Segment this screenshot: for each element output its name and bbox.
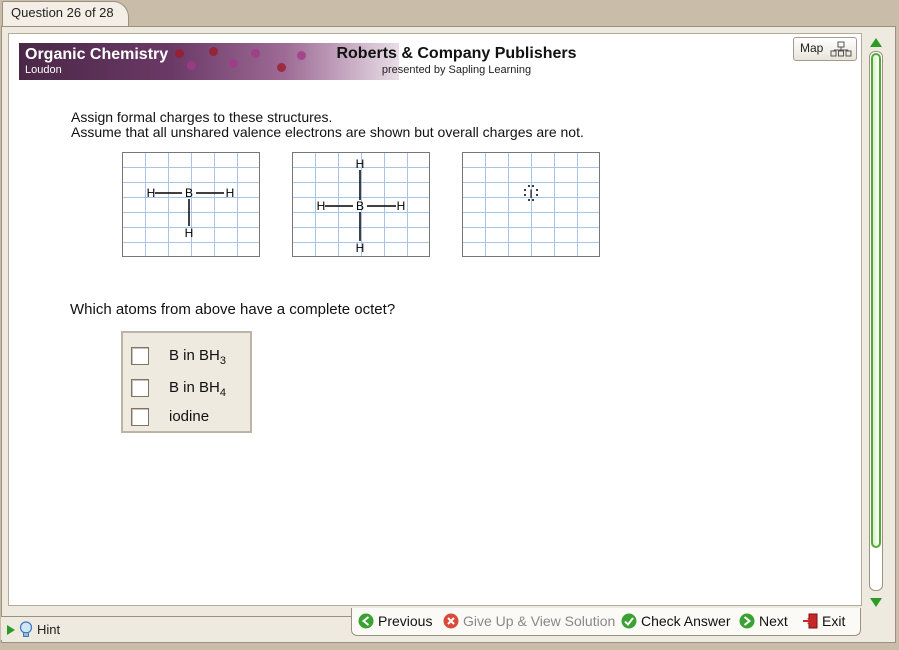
give-up-button[interactable]: Give Up & View Solution — [443, 610, 615, 632]
bh4-structure-drawing: H H B H H — [317, 157, 406, 255]
play-arrow-icon — [7, 625, 15, 635]
back-arrow-icon — [358, 613, 374, 629]
molecule-decoration — [209, 47, 218, 56]
choice-b-in-bh4[interactable]: B in BH4 — [131, 378, 246, 399]
atom-label: H — [397, 199, 406, 213]
instructions: Assign formal charges to these structure… — [71, 110, 584, 140]
choice-b-in-bh3[interactable]: B in BH3 — [131, 346, 246, 367]
atom-label: B — [185, 186, 193, 200]
map-button[interactable]: Map — [793, 37, 857, 61]
checkmark-icon — [621, 613, 637, 629]
publisher-name: Roberts & Company Publishers — [336, 45, 577, 62]
atom-label: H — [317, 199, 326, 213]
scroll-up-arrow-icon[interactable] — [870, 38, 882, 47]
checkbox[interactable] — [131, 347, 149, 365]
question-tab-label: Question 26 of 28 — [11, 5, 114, 20]
choice-label: iodine — [169, 408, 210, 425]
exit-label: Exit — [822, 613, 846, 629]
instructions-line-2: Assume that all unshared valence electro… — [71, 124, 584, 140]
choice-label: B in BH3 — [169, 347, 226, 367]
scroll-down-arrow-icon[interactable] — [870, 598, 882, 607]
forward-arrow-icon — [739, 613, 755, 629]
bh3-structure-drawing: H B H H — [147, 186, 235, 240]
atom-label: B — [356, 199, 364, 213]
hint-label: Hint — [37, 622, 61, 637]
choice-label: B in BH4 — [169, 379, 226, 399]
checkbox[interactable] — [131, 408, 149, 426]
content-area: Organic Chemistry Loudon Roberts & Compa… — [8, 33, 862, 606]
hint-bar: Hint — [1, 616, 353, 640]
navigation-bar: Previous Give Up & View Solution Check A… — [351, 608, 861, 636]
molecule-decoration — [175, 49, 184, 58]
structure-canvas-iodine[interactable]: I — [462, 152, 600, 257]
answer-choices: B in BH3 B in BH4 iodine — [121, 331, 252, 433]
map-button-label: Map — [800, 41, 824, 55]
lightbulb-icon — [19, 621, 33, 637]
octet-question: Which atoms from above have a complete o… — [70, 301, 396, 318]
molecule-decoration — [187, 61, 196, 70]
molecule-decoration — [251, 49, 260, 58]
bottom-toolbar: Hint Previous Give Up & View Solution Ch… — [1, 608, 896, 643]
choice-iodine[interactable]: iodine — [131, 407, 246, 427]
previous-label: Previous — [378, 613, 433, 629]
scroll-track[interactable] — [869, 51, 883, 591]
checkbox[interactable] — [131, 379, 149, 397]
give-up-label: Give Up & View Solution — [463, 613, 616, 629]
previous-button[interactable]: Previous — [358, 610, 432, 632]
next-label: Next — [759, 613, 788, 629]
presented-by: presented by Sapling Learning — [381, 64, 532, 76]
instructions-line-1: Assign formal charges to these structure… — [71, 109, 333, 125]
cancel-x-icon — [443, 613, 459, 629]
structure-canvas-bh3[interactable]: H B H H — [122, 152, 260, 257]
next-button[interactable]: Next — [739, 610, 788, 632]
structure-canvas-bh4[interactable]: H H B H H — [292, 152, 430, 257]
exit-button[interactable]: Exit — [802, 610, 845, 632]
molecule-decoration — [229, 59, 238, 68]
hint-button[interactable]: Hint — [5, 620, 60, 640]
course-title: Organic Chemistry — [25, 46, 169, 63]
question-tab: Question 26 of 28 — [2, 1, 129, 27]
vertical-scrollbar[interactable] — [866, 33, 886, 611]
atom-label: H — [226, 186, 235, 200]
course-author: Loudon — [25, 64, 62, 76]
iodine-structure-drawing: I — [524, 185, 538, 201]
molecule-decoration — [277, 63, 286, 72]
atom-label: I — [529, 187, 532, 201]
atom-label: H — [147, 186, 156, 200]
atom-label: H — [356, 241, 365, 255]
exit-door-icon — [803, 613, 818, 629]
atom-label: H — [185, 226, 194, 240]
check-answer-label: Check Answer — [641, 613, 731, 629]
scroll-thumb[interactable] — [871, 53, 881, 548]
atom-label: H — [356, 157, 365, 171]
site-map-icon — [830, 41, 852, 57]
check-answer-button[interactable]: Check Answer — [621, 610, 730, 632]
molecule-decoration — [297, 51, 306, 60]
